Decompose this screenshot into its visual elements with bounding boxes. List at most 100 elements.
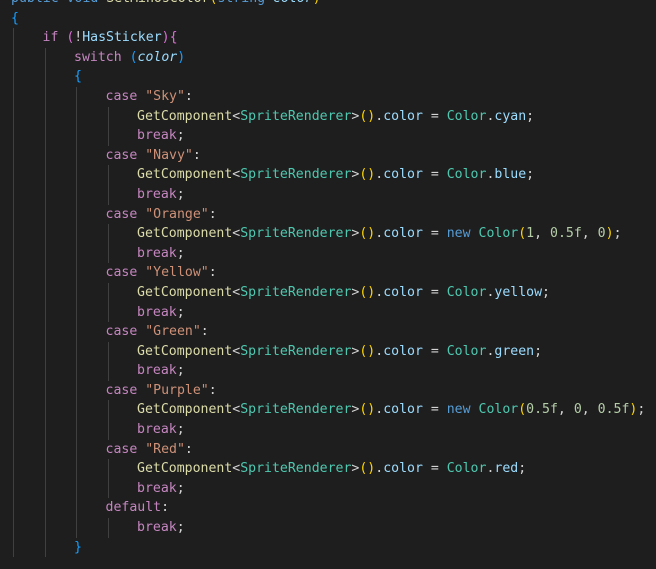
indent-guide — [13, 361, 14, 381]
code-token: SpriteRenderer — [240, 108, 352, 124]
indent-guide — [107, 478, 109, 499]
code-token: ; — [176, 304, 185, 320]
indent-guide — [76, 361, 77, 381]
code-token: cyan — [494, 108, 527, 124]
indent-guide — [13, 224, 14, 244]
code-token: , — [534, 226, 550, 242]
indent-guide — [107, 126, 109, 146]
code-token: case — [105, 206, 146, 222]
code-line[interactable]: GetComponent<SpriteRenderer>().color = C… — [0, 341, 656, 362]
indent-guide — [44, 537, 46, 558]
code-token: SpriteRenderer — [240, 284, 352, 300]
code-line[interactable]: public void SetMinosColor(string color) — [0, 0, 656, 9]
code-line[interactable]: GetComponent<SpriteRenderer>().color = C… — [0, 165, 656, 185]
indent-guide — [76, 126, 77, 146]
indent-guide — [44, 204, 46, 225]
code-line[interactable]: GetComponent<SpriteRenderer>().color = C… — [0, 282, 656, 303]
code-token: default — [105, 500, 162, 516]
indent-guide — [107, 282, 109, 303]
code-token: break — [137, 363, 177, 379]
code-line[interactable]: break; — [0, 126, 656, 146]
code-line[interactable]: GetComponent<SpriteRenderer>().color = n… — [0, 400, 656, 421]
code-line[interactable]: switch (color) — [0, 47, 656, 68]
indent-guide — [107, 165, 109, 185]
code-token: 1 — [526, 226, 535, 242]
code-token: GetComponent — [137, 108, 233, 124]
indent-guide — [44, 302, 46, 323]
indent-guide — [107, 302, 109, 323]
code-token: = — [422, 402, 447, 418]
code-line[interactable]: case "Green": — [0, 322, 656, 342]
code-token: ) — [313, 0, 321, 6]
code-token: ; — [176, 128, 185, 144]
code-token: Color — [446, 108, 487, 124]
code-token: ; — [176, 363, 185, 379]
code-line[interactable]: break; — [0, 420, 656, 440]
code-token: = — [422, 108, 447, 124]
code-token: color — [383, 343, 423, 359]
indent-guide — [13, 518, 14, 538]
indent-guide — [76, 204, 77, 225]
code-line[interactable]: break; — [0, 478, 656, 499]
code-line[interactable]: case "Yellow": — [0, 263, 656, 283]
indent-guide — [76, 322, 77, 342]
code-line[interactable]: case "Red": — [0, 439, 656, 460]
indent-guide — [44, 518, 46, 538]
code-token: ; — [176, 422, 185, 438]
code-token: : — [208, 206, 217, 222]
indent-guide — [76, 478, 77, 499]
indent-guide — [107, 361, 109, 381]
code-token: ( — [129, 49, 138, 65]
code-token: GetComponent — [137, 167, 233, 183]
indent-guide — [76, 165, 77, 185]
indent-guide — [13, 126, 14, 146]
code-token: : — [161, 500, 170, 516]
code-token: 0.5f — [597, 402, 630, 418]
code-token: if — [42, 30, 67, 46]
code-token: . — [375, 461, 384, 477]
indent-guide — [13, 165, 14, 185]
code-line[interactable]: break; — [0, 361, 656, 381]
code-line[interactable]: break; — [0, 243, 656, 264]
indent-guide — [44, 224, 46, 244]
indent-guide — [13, 459, 14, 479]
code-line[interactable]: } — [0, 537, 656, 558]
code-line[interactable]: break; — [0, 302, 656, 323]
indent-guide — [44, 145, 46, 166]
code-token: yellow — [494, 284, 543, 300]
code-token: string — [217, 0, 273, 6]
indent-guide — [107, 341, 109, 362]
indent-guide — [13, 106, 14, 127]
code-line[interactable]: GetComponent<SpriteRenderer>().color = C… — [0, 459, 656, 479]
code-line[interactable]: case "Purple": — [0, 380, 656, 401]
code-line[interactable]: break; — [0, 518, 656, 538]
indent-guide — [44, 361, 46, 381]
indent-guide — [76, 518, 77, 538]
code-line[interactable]: GetComponent<SpriteRenderer>().color = n… — [0, 224, 656, 244]
code-line[interactable]: if (!HasSticker){ — [0, 28, 656, 48]
code-token: color — [383, 402, 423, 418]
code-line[interactable]: GetComponent<SpriteRenderer>().color = C… — [0, 106, 656, 127]
code-line[interactable]: case "Sky": — [0, 86, 656, 107]
code-line[interactable]: case "Orange": — [0, 204, 656, 225]
code-token: { — [74, 69, 82, 85]
code-line[interactable]: default: — [0, 498, 656, 519]
code-token: break — [137, 480, 177, 496]
code-token: Color — [478, 226, 519, 242]
code-token: GetComponent — [137, 284, 233, 300]
code-line[interactable]: { — [0, 67, 656, 87]
code-token: ( — [518, 226, 527, 242]
code-line[interactable]: break; — [0, 184, 656, 205]
code-editor[interactable]: public void SetMinosColor(string color){… — [0, 0, 656, 569]
indent-guide — [13, 282, 14, 303]
code-token: "Navy" — [145, 147, 193, 163]
code-token: ; — [542, 284, 550, 300]
code-line[interactable]: { — [0, 9, 656, 29]
code-token: = — [422, 167, 447, 183]
code-token: 0.5f — [526, 402, 558, 418]
code-line[interactable]: case "Navy": — [0, 145, 656, 166]
indent-guide — [44, 380, 46, 401]
code-token: ) — [177, 49, 186, 65]
code-token: break — [137, 186, 177, 202]
code-token: = — [422, 343, 447, 359]
